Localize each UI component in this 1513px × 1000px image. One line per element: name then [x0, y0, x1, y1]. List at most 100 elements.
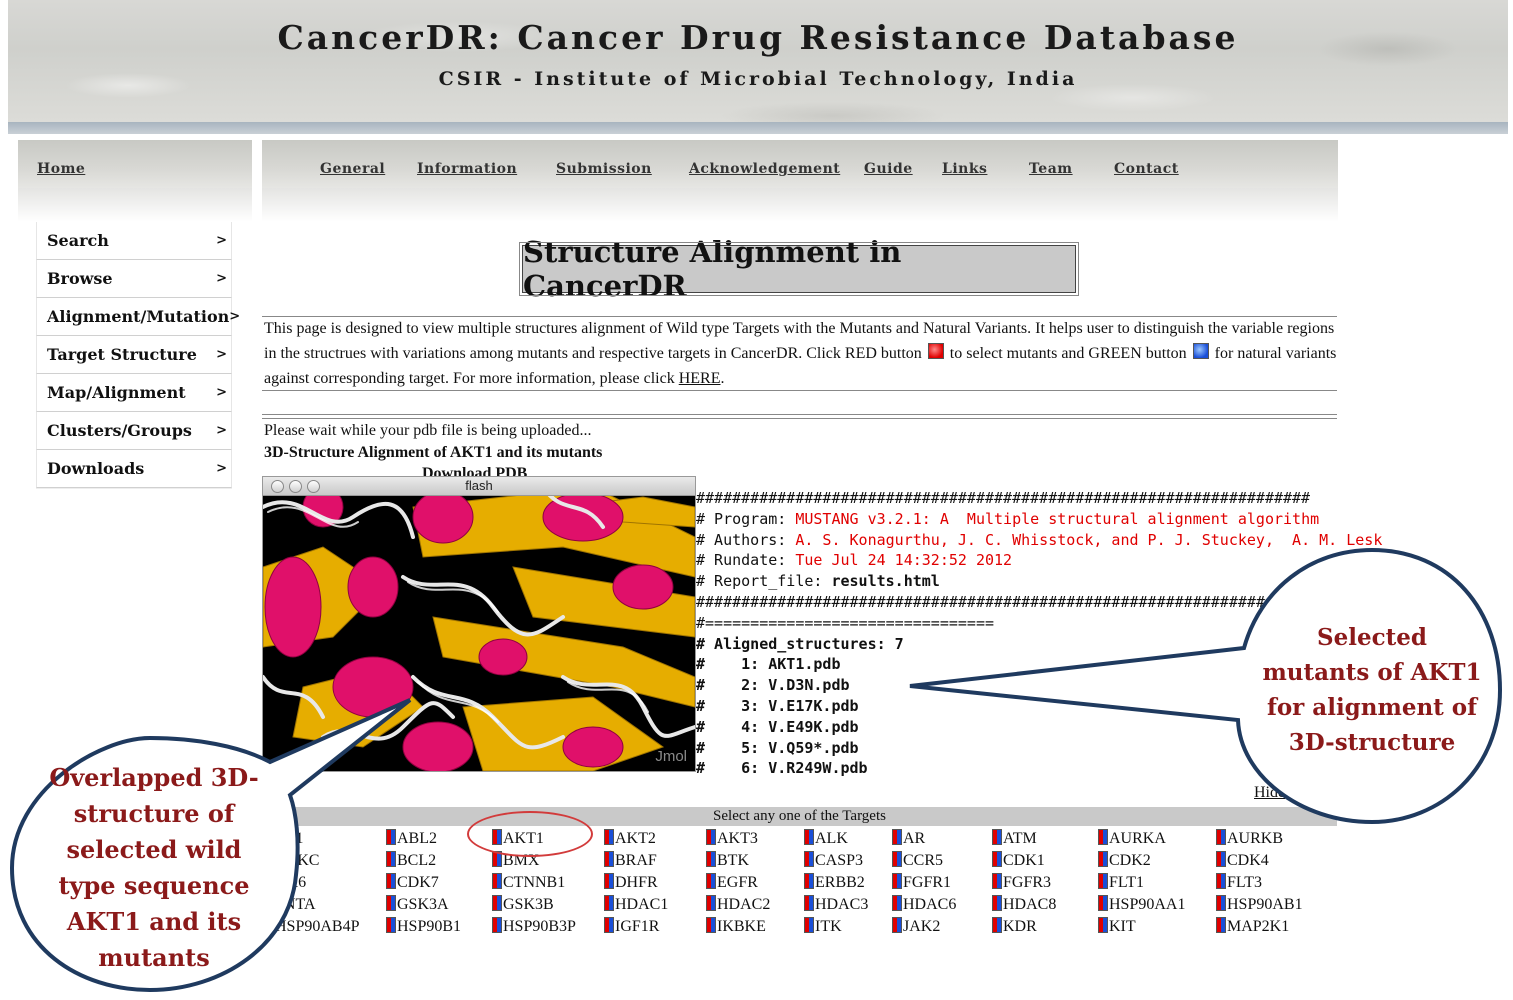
main-nav-fade [262, 188, 1338, 222]
nav-links[interactable]: Links [942, 161, 987, 177]
target-item-hsp90aa1[interactable]: HSP90AA1 [1098, 895, 1185, 914]
target-item-akt3[interactable]: AKT3 [706, 829, 758, 848]
chevron-right-icon: > [216, 233, 227, 248]
target-item-hdac1[interactable]: HDAC1 [604, 895, 668, 914]
target-item-hdac3[interactable]: HDAC3 [804, 895, 868, 914]
sidebar-item-browse[interactable]: Browse > [36, 260, 232, 298]
target-item-ctnnb1[interactable]: CTNNB1 [492, 873, 565, 892]
target-item-cdk4[interactable]: CDK4 [1216, 851, 1269, 870]
rundate-line: # Rundate: Tue Jul 24 14:32:52 2012 [696, 551, 1013, 570]
nav-submission[interactable]: Submission [556, 161, 652, 177]
sidebar-item-alignment-mutation[interactable]: Alignment/Mutation > [36, 298, 240, 336]
alignment-title: 3D-Structure Alignment of AKT1 and its m… [264, 444, 603, 461]
target-item-cdk7[interactable]: CDK7 [386, 873, 439, 892]
target-item-hsp90b1[interactable]: HSP90B1 [386, 917, 461, 936]
structure-line: # 6: V.R249W.pdb [696, 759, 868, 778]
report-line: # Report_file: results.html [696, 572, 940, 591]
target-item-braf[interactable]: BRAF [604, 851, 657, 870]
flash-titlebar[interactable]: flash [263, 477, 695, 496]
sidebar-item-map-alignment[interactable]: Map/Alignment > [36, 374, 232, 412]
target-item-abl2[interactable]: ABL2 [386, 829, 437, 848]
sidebar-item-label: Map/Alignment [47, 383, 186, 402]
sidebar-menu: Search > Browse > Alignment/Mutation > Targ… [36, 222, 240, 488]
sidebar-item-search[interactable]: Search > [36, 222, 232, 260]
sidebar-item-target-structure[interactable]: Target Structure > [36, 336, 232, 374]
authors-line: # Authors: A. S. Konagurthu, J. C. Whiss… [696, 530, 1383, 549]
hash-line: ########################################… [696, 489, 1311, 507]
hide-link[interactable]: Hide [1254, 784, 1285, 802]
target-item-jak2[interactable]: JAK2 [892, 917, 940, 936]
target-item-casp3[interactable]: CASP3 [804, 851, 863, 870]
target-item-itk[interactable]: ITK [804, 917, 842, 936]
target-item-ar[interactable]: AR [892, 829, 925, 848]
target-item-aurkb[interactable]: AURKB [1216, 829, 1283, 848]
structure-callout-text: Overlapped 3D-structure of selected wild… [49, 763, 259, 972]
intro-end: . [720, 370, 725, 387]
site-header: CancerDR: Cancer Drug Resistance Databas… [8, 0, 1508, 122]
nav-general[interactable]: General [320, 161, 385, 177]
target-item-alk[interactable]: ALK [804, 829, 848, 848]
target-item-hsp90ab1[interactable]: HSP90AB1 [1216, 895, 1303, 914]
nav-acknowledgement[interactable]: Acknowledgement [689, 161, 840, 177]
target-item-dhfr[interactable]: DHFR [604, 873, 658, 892]
red-button-icon [927, 343, 944, 359]
nav-contact[interactable]: Contact [1114, 161, 1179, 177]
target-item-flt1[interactable]: FLT1 [1098, 873, 1144, 892]
sidebar-item-label: Search [47, 231, 109, 250]
target-item-igf1r[interactable]: IGF1R [604, 917, 659, 936]
protein-structure-view[interactable] [263, 477, 695, 771]
target-item-gsk3a[interactable]: GSK3A [386, 895, 449, 914]
target-item-aurka[interactable]: AURKA [1098, 829, 1166, 848]
divider [262, 418, 1337, 419]
green-button-icon [1192, 343, 1209, 359]
target-item-kdr[interactable]: KDR [992, 917, 1037, 936]
here-link[interactable]: HERE [679, 370, 721, 387]
target-item-gsk3b[interactable]: GSK3B [492, 895, 554, 914]
akt1-highlight-ring [467, 811, 593, 857]
chevron-right-icon: > [216, 385, 227, 400]
mutants-callout-text: Selected mutants of AKT1 for alignment o… [1262, 624, 1482, 756]
target-item-kit[interactable]: KIT [1098, 917, 1136, 936]
target-item-egfr[interactable]: EGFR [706, 873, 758, 892]
target-item-map2k1[interactable]: MAP2K1 [1216, 917, 1289, 936]
close-window-icon[interactable] [271, 480, 284, 493]
sidebar-item-label: Alignment/Mutation [47, 307, 230, 326]
flash-viewer-window[interactable]: flash Jmol [262, 476, 696, 772]
target-item-hdac8[interactable]: HDAC8 [992, 895, 1056, 914]
target-item-cdk2[interactable]: CDK2 [1098, 851, 1151, 870]
sidebar-item-label: Clusters/Groups [47, 421, 192, 440]
target-item-bcl2[interactable]: BCL2 [386, 851, 436, 870]
site-subtitle: CSIR - Institute of Microbial Technology… [438, 68, 1078, 90]
target-item-ccr5[interactable]: CCR5 [892, 851, 943, 870]
target-item-akt2[interactable]: AKT2 [604, 829, 656, 848]
nav-guide[interactable]: Guide [864, 161, 913, 177]
minimize-window-icon[interactable] [289, 480, 302, 493]
target-item-btk[interactable]: BTK [706, 851, 749, 870]
target-item-urkc[interactable]: URKC [264, 851, 319, 870]
target-item-fgfr1[interactable]: FGFR1 [892, 873, 951, 892]
nav-home[interactable]: Home [37, 161, 85, 177]
target-item-hsp90ab4p[interactable]: HSP90AB4P [264, 917, 359, 936]
chevron-right-icon: > [216, 461, 227, 476]
nav-information[interactable]: Information [417, 161, 517, 177]
flash-window-title: flash [465, 478, 493, 493]
hash-line: ########################################… [696, 592, 1311, 611]
target-item-flt3[interactable]: FLT3 [1216, 873, 1262, 892]
page-title: Structure Alignment in CancerDR [519, 235, 1079, 303]
maximize-window-icon[interactable] [307, 480, 320, 493]
nav-team[interactable]: Team [1029, 161, 1073, 177]
sidebar-item-label: Downloads [47, 459, 145, 478]
chevron-right-icon: > [216, 271, 227, 286]
target-item-fgfr3[interactable]: FGFR3 [992, 873, 1051, 892]
target-item-cdk1[interactable]: CDK1 [992, 851, 1045, 870]
target-item-atm[interactable]: ATM [992, 829, 1037, 848]
sidebar-item-clusters-groups[interactable]: Clusters/Groups > [36, 412, 232, 450]
target-item-hsp90b3p[interactable]: HSP90B3P [492, 917, 576, 936]
target-item-erbb2[interactable]: ERBB2 [804, 873, 865, 892]
target-item-hdac2[interactable]: HDAC2 [706, 895, 770, 914]
program-line: # Program: MUSTANG v3.2.1: A Multiple st… [696, 509, 1320, 528]
chevron-right-icon: > [229, 309, 241, 324]
target-item-ikbke[interactable]: IKBKE [706, 917, 766, 936]
sidebar-item-downloads[interactable]: Downloads > [36, 450, 232, 488]
target-item-hdac6[interactable]: HDAC6 [892, 895, 956, 914]
